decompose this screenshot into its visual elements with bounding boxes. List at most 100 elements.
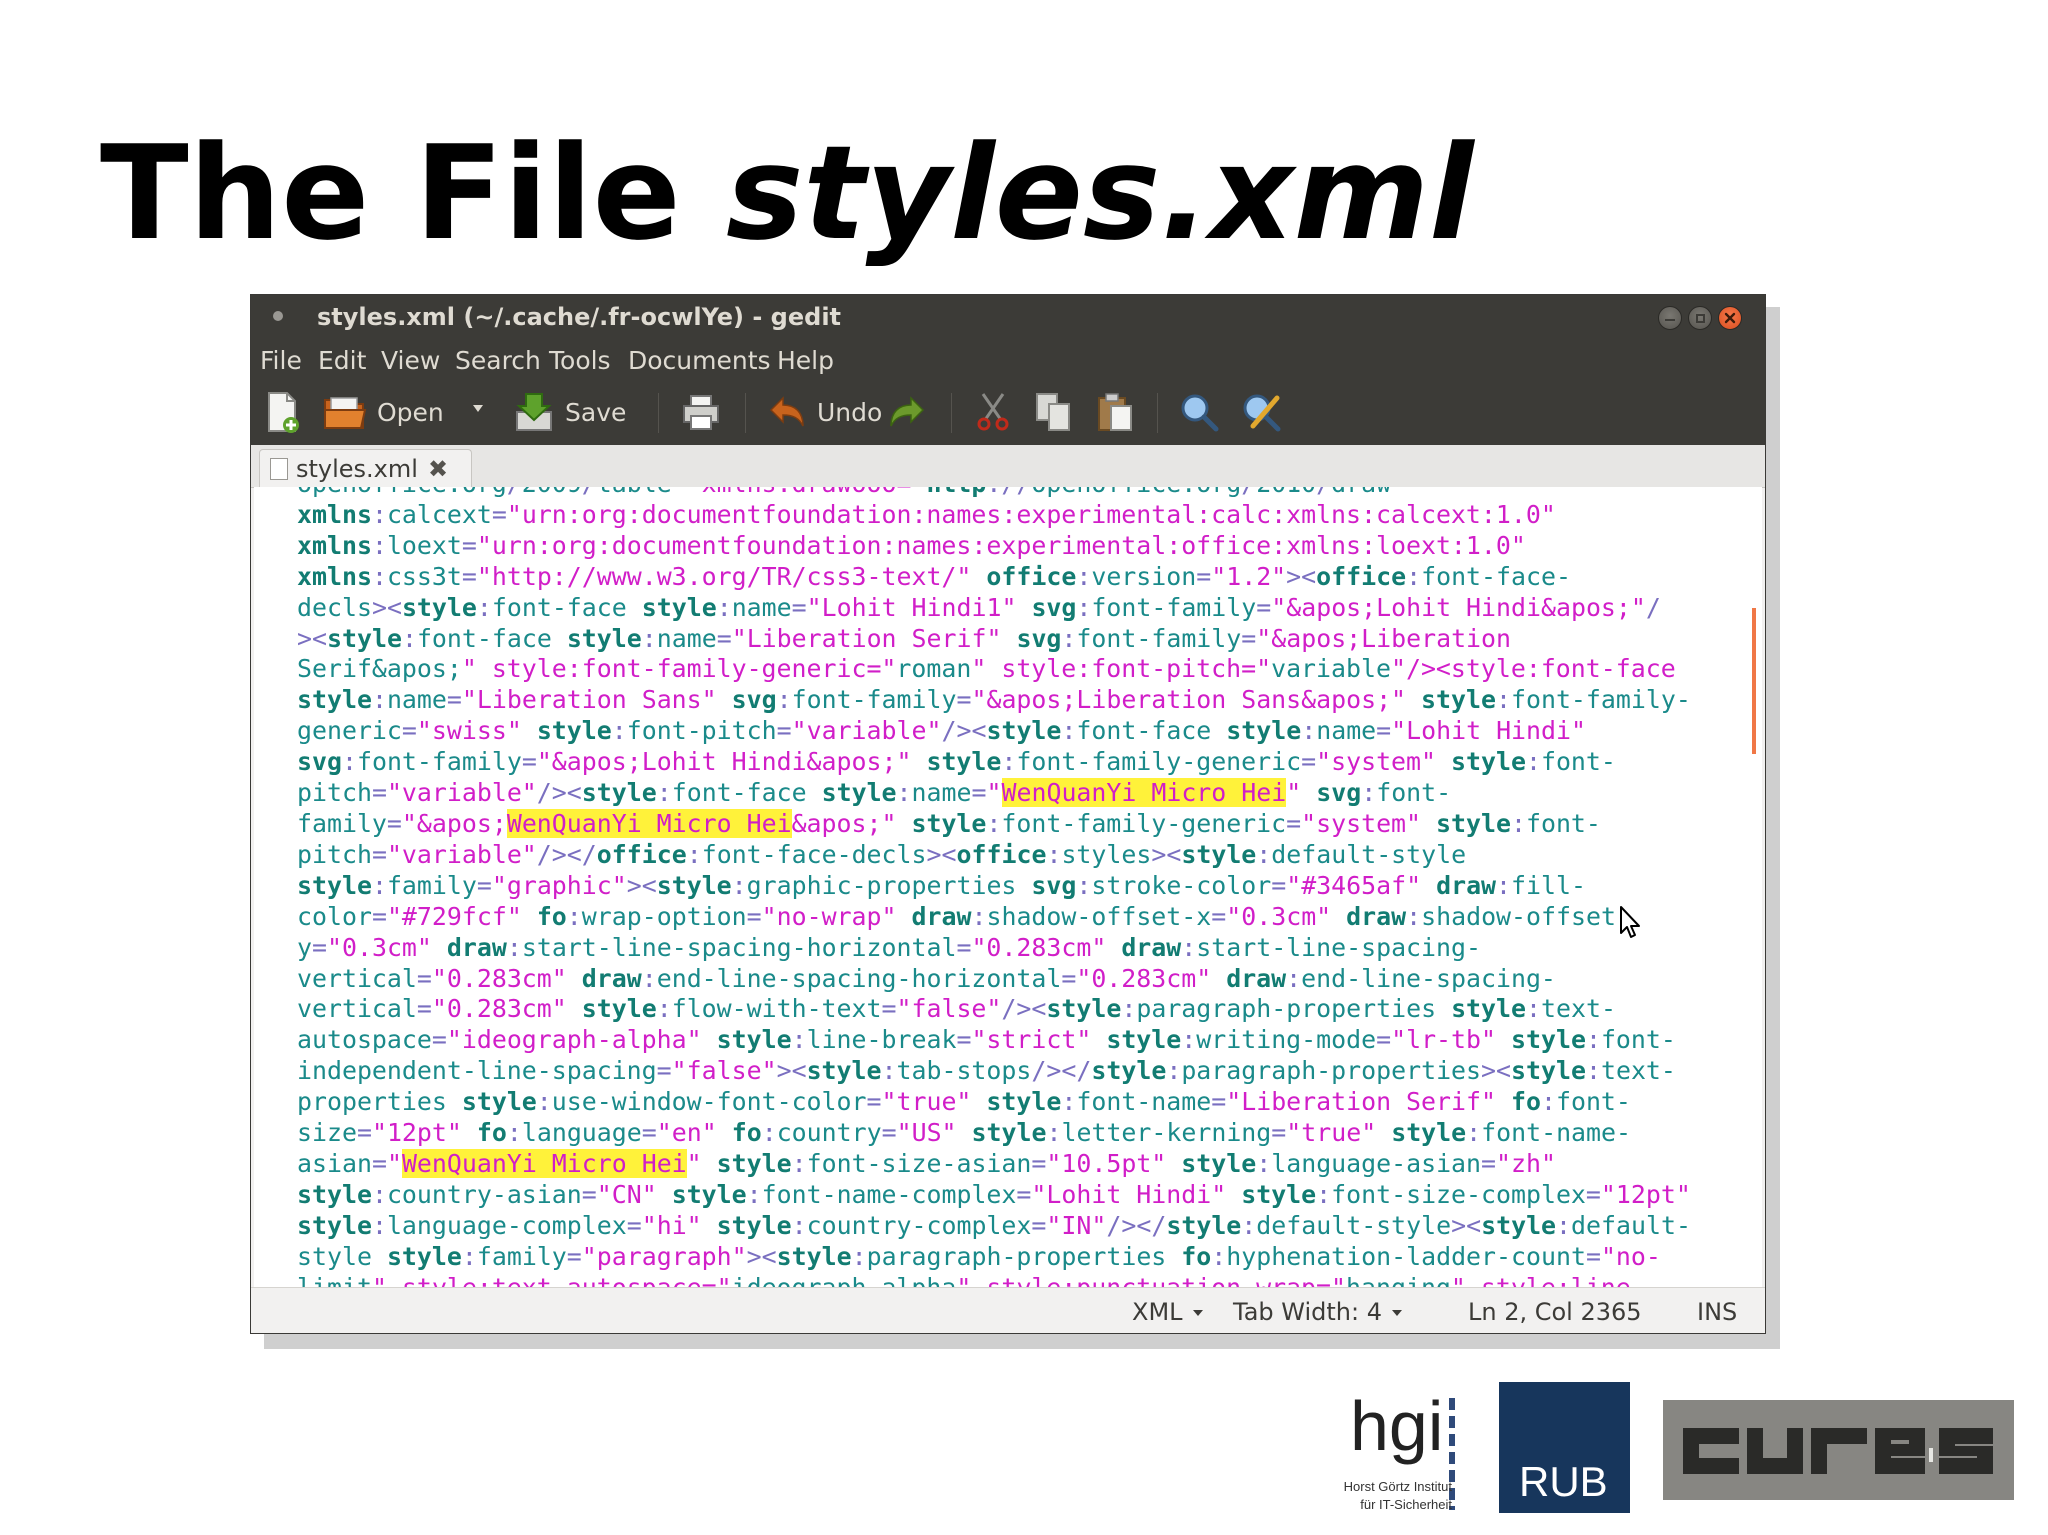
find-replace-button[interactable]	[1241, 391, 1283, 433]
status-bar: XML Tab Width: 4 Ln 2, Col 2365 INS	[251, 1287, 1765, 1333]
print-icon	[683, 395, 719, 430]
menu-documents[interactable]: Documents	[628, 345, 771, 377]
new-document-icon	[268, 392, 299, 433]
find-icon	[1181, 394, 1219, 432]
find-button[interactable]	[1179, 391, 1219, 433]
hgi-logo-text: hgi	[1350, 1387, 1444, 1465]
scroll-position-indicator[interactable]	[1752, 608, 1756, 754]
language-selector[interactable]: XML	[1132, 1298, 1203, 1326]
chevron-down-icon	[1192, 1310, 1203, 1316]
maximize-button[interactable]	[1688, 306, 1712, 330]
toolbar-separator	[1157, 393, 1158, 433]
paste-icon	[1098, 393, 1132, 431]
toolbar-separator	[658, 393, 659, 433]
close-icon	[1724, 312, 1736, 324]
gedit-window: styles.xml (~/.cache/.fr-ocwlYe) - gedit…	[250, 294, 1766, 1334]
redo-button[interactable]	[887, 391, 927, 433]
new-button[interactable]	[265, 391, 301, 433]
code-line[interactable]: xmlns:calcext="urn:org:documentfoundatio…	[297, 500, 1556, 529]
close-button[interactable]	[1718, 306, 1742, 330]
code-line[interactable]: decls><style:font-face style:name="Lohit…	[297, 593, 1661, 622]
save-icon	[516, 393, 552, 431]
open-recent-dropdown-icon[interactable]	[473, 405, 483, 412]
open-label: Open	[377, 397, 444, 427]
language-label: XML	[1132, 1298, 1183, 1326]
cure53-logo	[1663, 1400, 2014, 1500]
toolbar-separator	[951, 393, 952, 433]
rub-logo: RUB	[1499, 1382, 1630, 1513]
code-line[interactable]: color="#729fcf" fo:wrap-option="no-wrap"…	[297, 902, 1631, 931]
code-line[interactable]: svg:font-family="&apos;Lohit Hindi&apos;…	[297, 747, 1616, 776]
redo-icon	[890, 396, 925, 427]
undo-icon	[769, 396, 804, 427]
code-line[interactable]: size="12pt" fo:language="en" fo:country=…	[297, 1118, 1631, 1147]
close-tab-icon[interactable]: ✖	[428, 455, 448, 483]
code-line[interactable]: pitch="variable"/><style:font-face style…	[297, 778, 1451, 808]
code-line[interactable]: pitch="variable"/></office:font-face-dec…	[297, 840, 1466, 869]
code-line[interactable]: generic="swiss" style:font-pitch="variab…	[297, 716, 1586, 745]
menu-help[interactable]: Help	[777, 345, 834, 377]
tab-label: styles.xml	[296, 454, 418, 483]
search-highlight: WenQuanYi Micro Hei	[1001, 778, 1287, 808]
save-label: Save	[565, 397, 627, 427]
code-line[interactable]: style:name="Liberation Sans" svg:font-fa…	[297, 685, 1691, 714]
menu-file[interactable]: File	[260, 345, 302, 377]
code-line[interactable]: independent-line-spacing="false"><style:…	[297, 1056, 1676, 1085]
undo-button[interactable]: Undo	[767, 391, 882, 433]
code-line[interactable]: style style:family="paragraph"><style:pa…	[297, 1242, 1661, 1271]
copy-button[interactable]	[1035, 391, 1073, 433]
toolbar-separator	[745, 393, 746, 433]
hgi-logo: hgi Horst Görtz Institut für IT-Sicherhe…	[1316, 1387, 1461, 1514]
window-menu-icon[interactable]	[273, 311, 283, 321]
search-highlight: WenQuanYi Micro Hei	[401, 1148, 687, 1178]
slide-title-plain: The File	[100, 117, 727, 269]
code-line[interactable]: style:country-asian="CN" style:font-name…	[297, 1180, 1691, 1209]
minimize-icon	[1665, 319, 1675, 321]
code-line[interactable]: autospace="ideograph-alpha" style:line-b…	[297, 1025, 1676, 1054]
chevron-down-icon	[1391, 1310, 1402, 1316]
find-replace-icon	[1243, 394, 1281, 432]
code-line[interactable]: style:language-complex="hi" style:countr…	[297, 1211, 1691, 1240]
cursor-position: Ln 2, Col 2365	[1468, 1298, 1642, 1326]
slide-title: The File styles.xml	[100, 118, 1474, 268]
save-button[interactable]: Save	[513, 391, 626, 433]
code-view[interactable]: openoffice.org/2009/table" xmlns:drawooo…	[297, 487, 1691, 1287]
menu-search[interactable]: Search	[455, 345, 541, 377]
menu-view[interactable]: View	[381, 345, 440, 377]
code-line[interactable]: limit" style:text-autospace="ideograph-a…	[297, 1273, 1646, 1287]
toolbar: Open Save Undo	[251, 381, 1765, 445]
print-button[interactable]	[681, 391, 721, 433]
paste-button[interactable]	[1095, 391, 1135, 433]
code-line[interactable]: openoffice.org/2009/table" xmlns:drawooo…	[297, 487, 1391, 498]
menu-tools[interactable]: Tools	[549, 345, 611, 377]
tab-width-selector[interactable]: Tab Width: 4	[1233, 1298, 1402, 1326]
insert-mode: INS	[1697, 1298, 1738, 1326]
window-title: styles.xml (~/.cache/.fr-ocwlYe) - gedit	[317, 303, 842, 331]
code-line[interactable]: ><style:font-face style:name="Liberation…	[297, 624, 1511, 653]
code-line[interactable]: xmlns:loext="urn:org:documentfoundation:…	[297, 531, 1526, 560]
menu-bar: File Edit View Search Tools Documents He…	[251, 339, 1765, 381]
minimize-button[interactable]	[1658, 306, 1682, 330]
cut-button[interactable]	[975, 391, 1011, 433]
search-highlight: WenQuanYi Micro Hei	[506, 808, 792, 838]
code-line[interactable]: family="&apos;WenQuanYi Micro Hei&apos;"…	[297, 808, 1601, 838]
code-line[interactable]: vertical="0.283cm" draw:end-line-spacing…	[297, 964, 1556, 993]
tab-styles-xml[interactable]: styles.xml ✖	[259, 449, 472, 487]
code-line[interactable]: properties style:use-window-font-color="…	[297, 1087, 1631, 1116]
code-line[interactable]: vertical="0.283cm" style:flow-with-text=…	[297, 994, 1616, 1023]
code-line[interactable]: asian="WenQuanYi Micro Hei" style:font-s…	[297, 1148, 1556, 1178]
open-folder-icon	[324, 397, 367, 429]
mouse-pointer-icon	[1620, 906, 1640, 938]
title-bar[interactable]: styles.xml (~/.cache/.fr-ocwlYe) - gedit	[251, 295, 1765, 339]
cut-icon	[977, 393, 1009, 431]
code-line[interactable]: Serif&apos;" style:font-family-generic="…	[297, 654, 1676, 683]
open-button[interactable]: Open	[323, 391, 444, 433]
xml-document-icon	[270, 457, 288, 480]
text-editor[interactable]: openoffice.org/2009/table" xmlns:drawooo…	[254, 487, 1762, 1287]
menu-edit[interactable]: Edit	[318, 345, 366, 377]
code-line[interactable]: style:family="graphic"><style:graphic-pr…	[297, 871, 1586, 900]
hgi-logo-subtitle: Horst Görtz Institut für IT-Sicherheit	[1343, 1479, 1452, 1512]
copy-icon	[1036, 393, 1070, 431]
code-line[interactable]: y="0.3cm" draw:start-line-spacing-horizo…	[297, 933, 1481, 962]
code-line[interactable]: xmlns:css3t="http://www.w3.org/TR/css3-t…	[297, 562, 1571, 591]
